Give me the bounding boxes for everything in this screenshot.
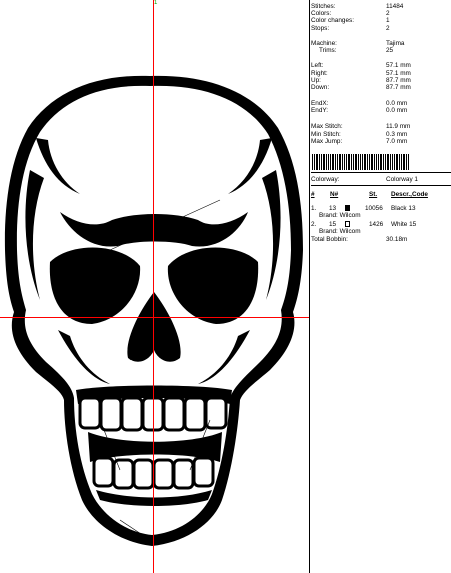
colors-value: 2: [386, 10, 390, 17]
machine-label: Machine:: [311, 40, 337, 47]
barcode: [312, 154, 409, 170]
row-stitches: 10056: [365, 205, 383, 212]
stitches-value: 11484: [386, 3, 404, 10]
skull-design: [4, 75, 303, 547]
row-index: 2.: [311, 221, 317, 228]
panel-divider: [309, 0, 310, 573]
row-descr: White 15: [391, 221, 417, 228]
col-header-needle: N#: [330, 191, 339, 198]
trims-value: 25: [386, 47, 394, 54]
row-index: 1.: [311, 205, 317, 212]
row-needle: 13: [329, 205, 337, 212]
machine-value: Tajima: [386, 40, 405, 47]
min-stitch-label: Min Stitch:: [311, 131, 341, 138]
total-bobbin-value: 30.18m: [386, 236, 408, 243]
stops-label: Stops:: [311, 25, 330, 32]
total-bobbin-label: Total Bobbin:: [311, 236, 348, 243]
row-brand: Brand: Wilcom: [319, 212, 361, 219]
max-stitch-value: 11.9 mm: [386, 123, 411, 130]
min-stitch-value: 0.3 mm: [386, 131, 408, 138]
up-value: 87.7 mm: [386, 77, 411, 84]
row-brand: Brand: Wilcom: [319, 228, 361, 235]
endy-value: 0.0 mm: [386, 107, 408, 114]
max-jump-label: Max Jump:: [311, 138, 343, 145]
colorway-label: Colorway:: [311, 176, 340, 183]
separator-bottom: [311, 185, 451, 186]
horizontal-center-line: [0, 317, 309, 318]
design-canvas[interactable]: 1: [0, 0, 309, 573]
right-label: Right:: [311, 70, 328, 77]
colorway-value: Colorway 1: [386, 176, 418, 183]
color-changes-value: 1: [386, 17, 390, 24]
down-value: 87.7 mm: [386, 84, 411, 91]
thread-swatch-black: [345, 205, 350, 211]
trims-label: Trims:: [319, 47, 337, 54]
color-changes-label: Color changes:: [311, 17, 354, 24]
row-stitches: 1426: [369, 221, 384, 228]
row-needle: 15: [329, 221, 337, 228]
max-stitch-label: Max Stitch:: [311, 123, 343, 130]
separator-top: [311, 172, 451, 173]
left-label: Left:: [311, 62, 324, 69]
col-header-descr: Descr.,Code: [391, 191, 428, 198]
col-header-stitches: St.: [369, 191, 378, 198]
endy-label: EndY:: [311, 107, 329, 114]
down-label: Down:: [311, 84, 330, 91]
max-jump-value: 7.0 mm: [386, 138, 408, 145]
colors-label: Colors:: [311, 10, 332, 17]
info-panel: Stitches: 11484 Colors: 2 Color changes: 1 …: [311, 0, 451, 573]
origin-marker: 1: [154, 0, 158, 6]
endx-label: EndX:: [311, 100, 329, 107]
right-value: 57.1 mm: [386, 70, 411, 77]
up-label: Up:: [311, 77, 321, 84]
col-header-index: #: [311, 191, 315, 198]
stops-value: 2: [386, 25, 390, 32]
left-value: 57.1 mm: [386, 62, 411, 69]
endx-value: 0.0 mm: [386, 100, 408, 107]
row-descr: Black 13: [391, 205, 416, 212]
stitches-label: Stitches:: [311, 3, 336, 10]
vertical-center-line: [153, 0, 154, 573]
thread-swatch-white: [345, 221, 350, 227]
